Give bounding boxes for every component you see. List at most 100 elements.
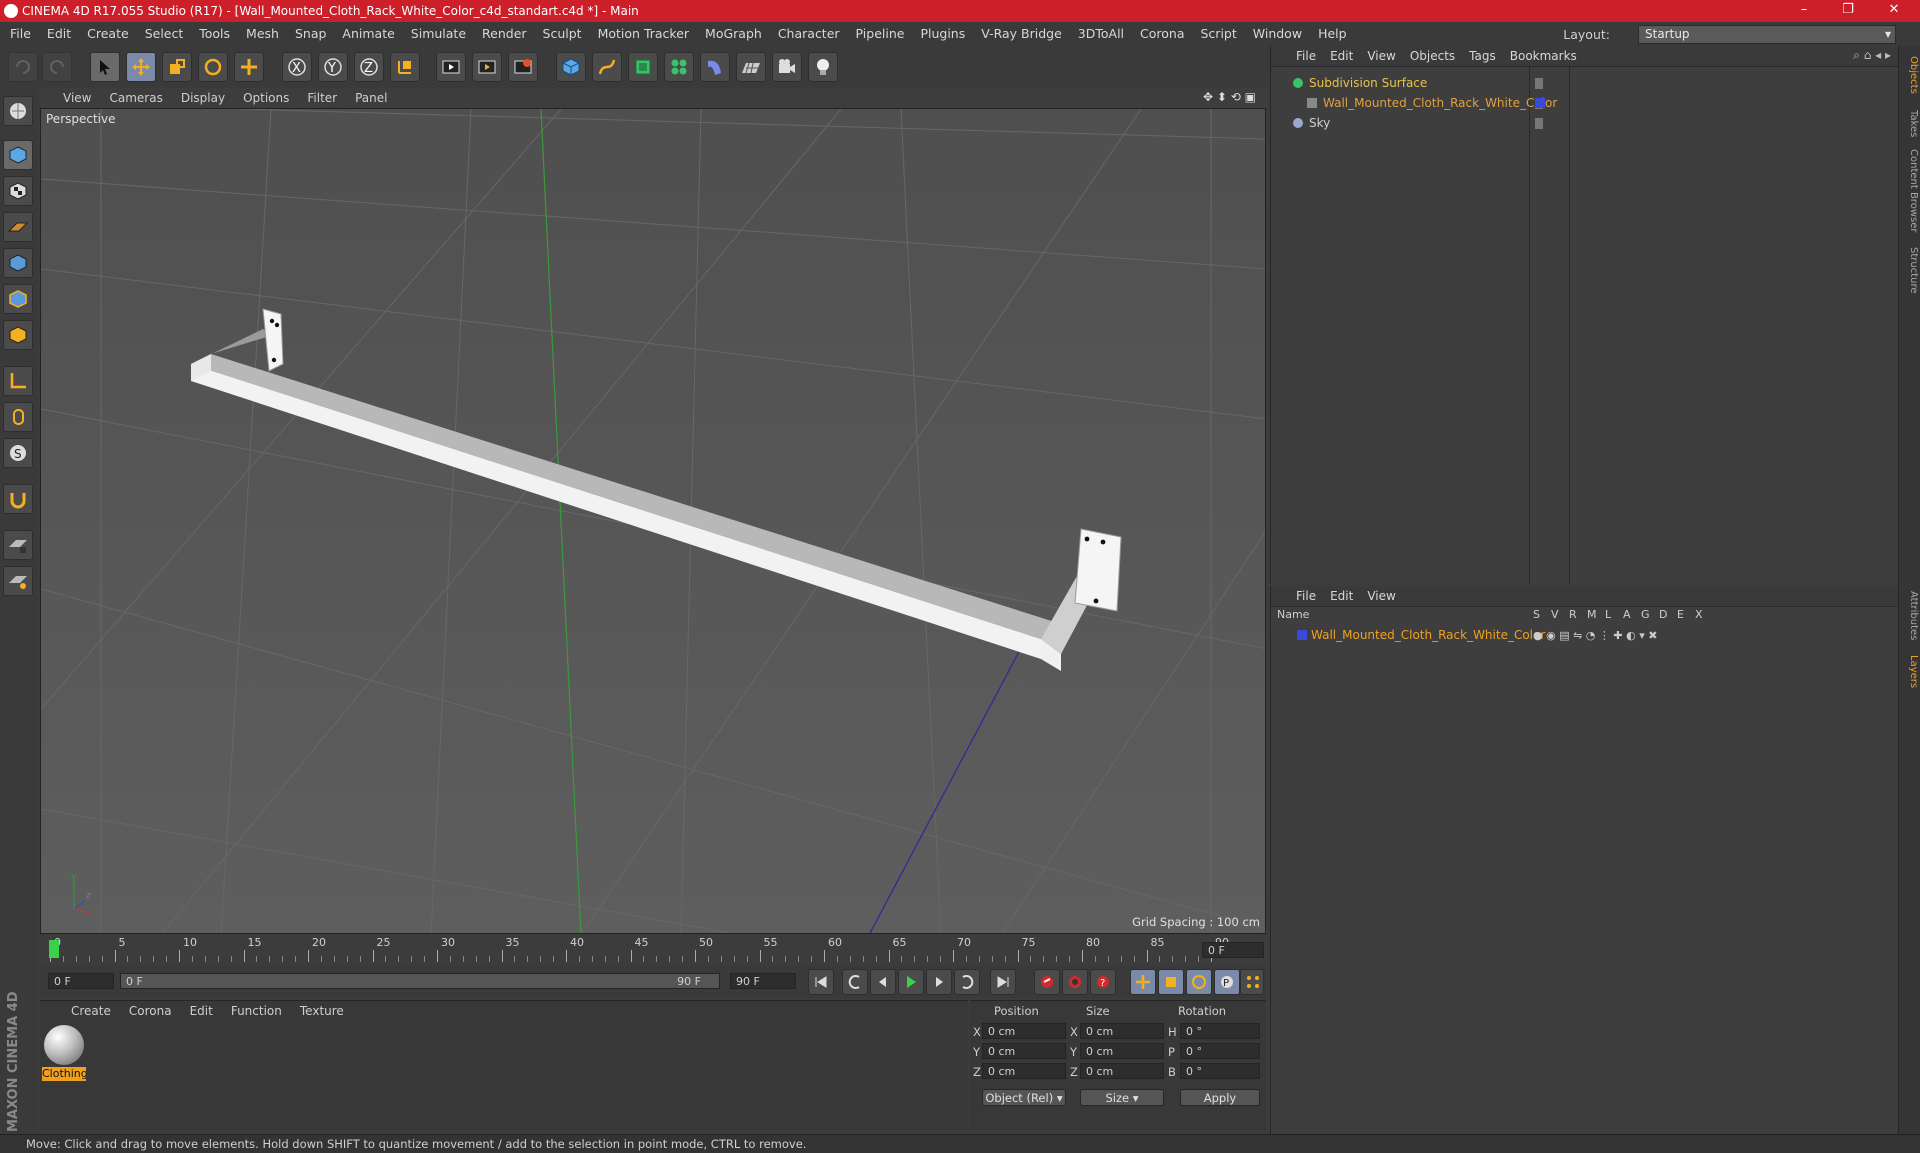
layer-menu-view[interactable]: View xyxy=(1360,586,1402,606)
key-rotation-button[interactable] xyxy=(1186,969,1212,995)
tab-layers[interactable]: Layers xyxy=(1901,652,1919,692)
rotation-p-field[interactable]: 0 ° xyxy=(1180,1043,1260,1059)
keyframe-selection-button[interactable]: ? xyxy=(1090,969,1116,995)
move-tool-button[interactable] xyxy=(126,52,156,82)
menu-pipeline[interactable]: Pipeline xyxy=(848,22,913,46)
object-row[interactable]: Wall_Mounted_Cloth_Rack_White_Color xyxy=(1271,94,1899,113)
maximize-button[interactable]: ❐ xyxy=(1828,2,1868,20)
texture-mode-button[interactable] xyxy=(3,176,33,206)
camera-button[interactable] xyxy=(772,52,802,82)
menu-corona[interactable]: Corona xyxy=(1132,22,1192,46)
apply-button[interactable]: Apply xyxy=(1180,1089,1260,1106)
current-frame-field[interactable]: 0 F xyxy=(1202,942,1264,958)
material-menu-edit[interactable]: Edit xyxy=(181,1001,222,1021)
key-position-button[interactable] xyxy=(1130,969,1156,995)
spline-pen-button[interactable] xyxy=(592,52,622,82)
object-menu-objects[interactable]: Objects xyxy=(1403,46,1462,66)
menu-plugins[interactable]: Plugins xyxy=(912,22,973,46)
menu-file[interactable]: File xyxy=(2,22,39,46)
menu-sculpt[interactable]: Sculpt xyxy=(535,22,590,46)
live-selection-button[interactable] xyxy=(90,52,120,82)
material-menu-function[interactable]: Function xyxy=(222,1001,291,1021)
menu-script[interactable]: Script xyxy=(1193,22,1245,46)
key-parameter-button[interactable]: P xyxy=(1214,969,1240,995)
playhead-marker[interactable] xyxy=(49,940,59,958)
size-z-field[interactable]: 0 cm xyxy=(1080,1063,1164,1079)
model-mode-button[interactable] xyxy=(3,140,33,170)
rotation-b-field[interactable]: 0 ° xyxy=(1180,1063,1260,1079)
render-settings-button[interactable] xyxy=(508,52,538,82)
deformer-button[interactable] xyxy=(700,52,730,82)
redo-button[interactable] xyxy=(42,52,72,82)
menu-window[interactable]: Window xyxy=(1245,22,1310,46)
lock-workplane-button[interactable] xyxy=(3,530,33,560)
x-axis-lock-button[interactable]: X xyxy=(282,52,312,82)
subdivision-surface-button[interactable] xyxy=(628,52,658,82)
object-menu-view[interactable]: View xyxy=(1360,46,1402,66)
search-icon[interactable]: ⌕ ⌂ ◂ ▸ xyxy=(1853,48,1891,63)
tab-attributes[interactable]: Attributes xyxy=(1901,586,1919,646)
object-menu-edit[interactable]: Edit xyxy=(1323,46,1360,66)
visibility-dots-icon[interactable] xyxy=(1535,118,1543,129)
object-menu-bookmarks[interactable]: Bookmarks xyxy=(1503,46,1584,66)
tab-takes[interactable]: Takes xyxy=(1901,106,1919,142)
position-x-field[interactable]: 0 cm xyxy=(982,1023,1066,1039)
position-z-field[interactable]: 0 cm xyxy=(982,1063,1066,1079)
menu-mograph[interactable]: MoGraph xyxy=(697,22,770,46)
layer-menu-edit[interactable]: Edit xyxy=(1323,586,1360,606)
transform-tool-button[interactable] xyxy=(234,52,264,82)
tweak-mode-button[interactable] xyxy=(3,402,33,432)
menu-tools[interactable]: Tools xyxy=(191,22,238,46)
size-mode-select[interactable]: Size ▾ xyxy=(1080,1089,1164,1106)
render-picture-viewer-button[interactable] xyxy=(472,52,502,82)
rotation-h-field[interactable]: 0 ° xyxy=(1180,1023,1260,1039)
viewport-nav-icons[interactable]: ✥ ⬍ ⟲ ▣ xyxy=(1203,90,1256,104)
material-menu-corona[interactable]: Corona xyxy=(120,1001,181,1021)
light-button[interactable] xyxy=(808,52,838,82)
menu-3dtoall[interactable]: 3DToAll xyxy=(1070,22,1132,46)
rotate-tool-button[interactable] xyxy=(198,52,228,82)
go-to-end-button[interactable] xyxy=(990,969,1016,995)
y-axis-lock-button[interactable]: Y xyxy=(318,52,348,82)
object-row[interactable]: Sky xyxy=(1271,114,1899,133)
menu-snap[interactable]: Snap xyxy=(287,22,334,46)
polygons-mode-button[interactable] xyxy=(3,320,33,350)
tab-structure[interactable]: Structure xyxy=(1901,242,1919,298)
menu-render[interactable]: Render xyxy=(474,22,535,46)
render-view-button[interactable] xyxy=(436,52,466,82)
key-scale-button[interactable] xyxy=(1158,969,1184,995)
timeline-ruler[interactable]: 051015202530354045505560657075808590 0 F xyxy=(40,936,1266,964)
menu-character[interactable]: Character xyxy=(770,22,848,46)
viewport-menu-display[interactable]: Display xyxy=(172,88,234,108)
go-to-start-button[interactable] xyxy=(808,969,834,995)
menu-v-ray-bridge[interactable]: V-Ray Bridge xyxy=(973,22,1070,46)
viewport-menu-view[interactable]: View xyxy=(54,88,100,108)
menu-create[interactable]: Create xyxy=(79,22,137,46)
play-button[interactable] xyxy=(898,969,924,995)
tab-content-browser[interactable]: Content Browser xyxy=(1901,146,1919,236)
solo-mode-button[interactable]: S xyxy=(3,438,33,468)
menu-select[interactable]: Select xyxy=(137,22,192,46)
key-pla-button[interactable] xyxy=(1240,969,1264,995)
object-menu-tags[interactable]: Tags xyxy=(1462,46,1503,66)
object-menu-file[interactable]: File xyxy=(1289,46,1323,66)
menu-simulate[interactable]: Simulate xyxy=(403,22,474,46)
material-clothing[interactable]: Clothing xyxy=(42,1025,86,1081)
cube-object-button[interactable] xyxy=(556,52,586,82)
layout-select[interactable]: Startup ▾ xyxy=(1638,25,1896,44)
tab-objects[interactable]: Objects xyxy=(1901,52,1919,98)
points-mode-button[interactable] xyxy=(3,248,33,278)
viewport-menu-cameras[interactable]: Cameras xyxy=(100,88,171,108)
object-row[interactable]: Subdivision Surface xyxy=(1271,74,1899,93)
edges-mode-button[interactable] xyxy=(3,284,33,314)
autokey-button[interactable] xyxy=(1062,969,1088,995)
record-button[interactable] xyxy=(1034,969,1060,995)
layer-menu-file[interactable]: File xyxy=(1289,586,1323,606)
next-key-button[interactable] xyxy=(954,969,980,995)
z-axis-lock-button[interactable]: Z xyxy=(354,52,384,82)
layer-row[interactable]: Wall_Mounted_Cloth_Rack_White_Color ● ◉ … xyxy=(1271,626,1899,645)
coordinate-mode-select[interactable]: Object (Rel) ▾ xyxy=(982,1089,1066,1106)
cloner-button[interactable] xyxy=(664,52,694,82)
workplane-mode-button[interactable] xyxy=(3,212,33,242)
menu-mesh[interactable]: Mesh xyxy=(238,22,287,46)
